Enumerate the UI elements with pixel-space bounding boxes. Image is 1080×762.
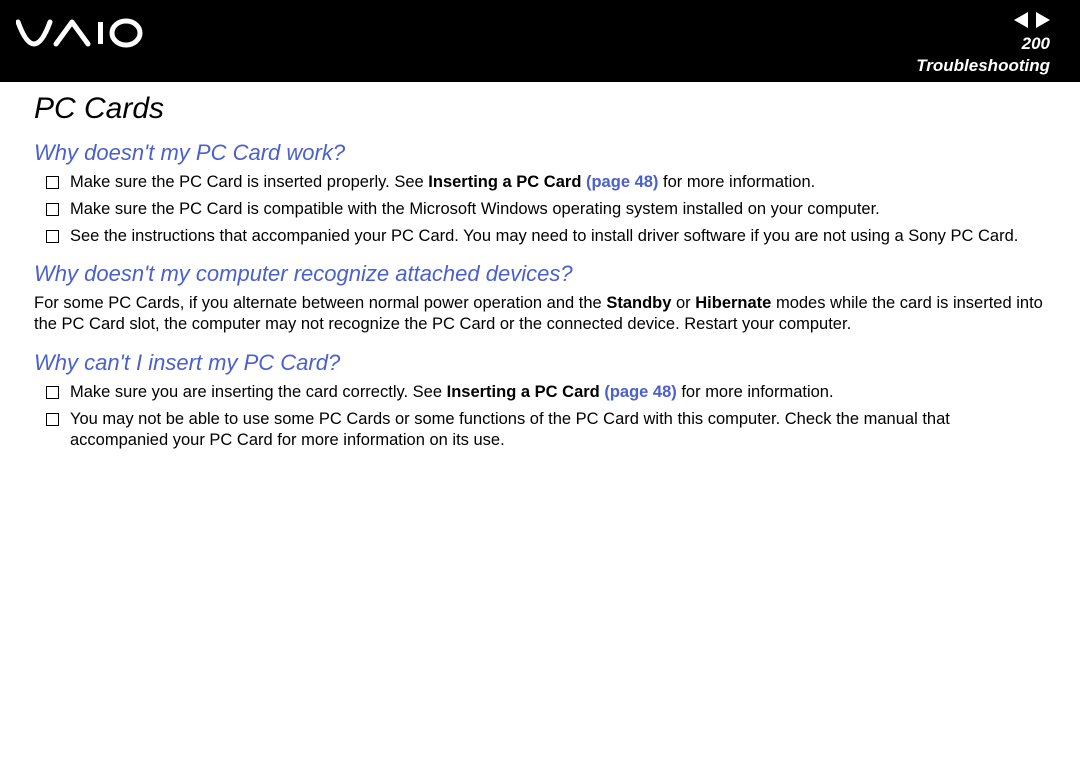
content-area: PC Cards Why doesn't my PC Card work? Ma… bbox=[0, 82, 1080, 451]
vaio-logo bbox=[16, 14, 146, 52]
page-title: PC Cards bbox=[34, 92, 1046, 126]
list-item: Make sure the PC Card is compatible with… bbox=[34, 199, 1046, 220]
text: Make sure the PC Card is inserted proper… bbox=[70, 173, 428, 191]
text: for more information. bbox=[658, 173, 815, 191]
header-bar: 200 Troubleshooting bbox=[0, 0, 1080, 82]
section-label: Troubleshooting bbox=[916, 56, 1050, 76]
page-link[interactable]: (page 48) bbox=[586, 173, 658, 191]
prev-page-icon[interactable] bbox=[1014, 12, 1028, 28]
text: for more information. bbox=[677, 383, 834, 401]
q3-heading: Why can't I insert my PC Card? bbox=[34, 350, 1046, 376]
text: Make sure you are inserting the card cor… bbox=[70, 383, 447, 401]
bold-text: Hibernate bbox=[695, 294, 771, 312]
next-page-icon[interactable] bbox=[1036, 12, 1050, 28]
list-item: See the instructions that accompanied yo… bbox=[34, 226, 1046, 247]
bold-text: Standby bbox=[606, 294, 671, 312]
q1-heading: Why doesn't my PC Card work? bbox=[34, 140, 1046, 166]
page-number: 200 bbox=[1022, 34, 1050, 54]
list-item: Make sure the PC Card is inserted proper… bbox=[34, 172, 1046, 193]
list-item: Make sure you are inserting the card cor… bbox=[34, 382, 1046, 403]
list-item: You may not be able to use some PC Cards… bbox=[34, 409, 1046, 451]
q2-para: For some PC Cards, if you alternate betw… bbox=[34, 293, 1046, 335]
q2-heading: Why doesn't my computer recognize attach… bbox=[34, 261, 1046, 287]
q3-list: Make sure you are inserting the card cor… bbox=[34, 382, 1046, 451]
text: or bbox=[671, 294, 695, 312]
q1-list: Make sure the PC Card is inserted proper… bbox=[34, 172, 1046, 247]
bold-text: Inserting a PC Card bbox=[428, 173, 586, 191]
vaio-logo-icon bbox=[16, 14, 146, 52]
bold-text: Inserting a PC Card bbox=[447, 383, 605, 401]
text: For some PC Cards, if you alternate betw… bbox=[34, 294, 606, 312]
page-link[interactable]: (page 48) bbox=[604, 383, 676, 401]
nav-arrows bbox=[1014, 12, 1050, 28]
